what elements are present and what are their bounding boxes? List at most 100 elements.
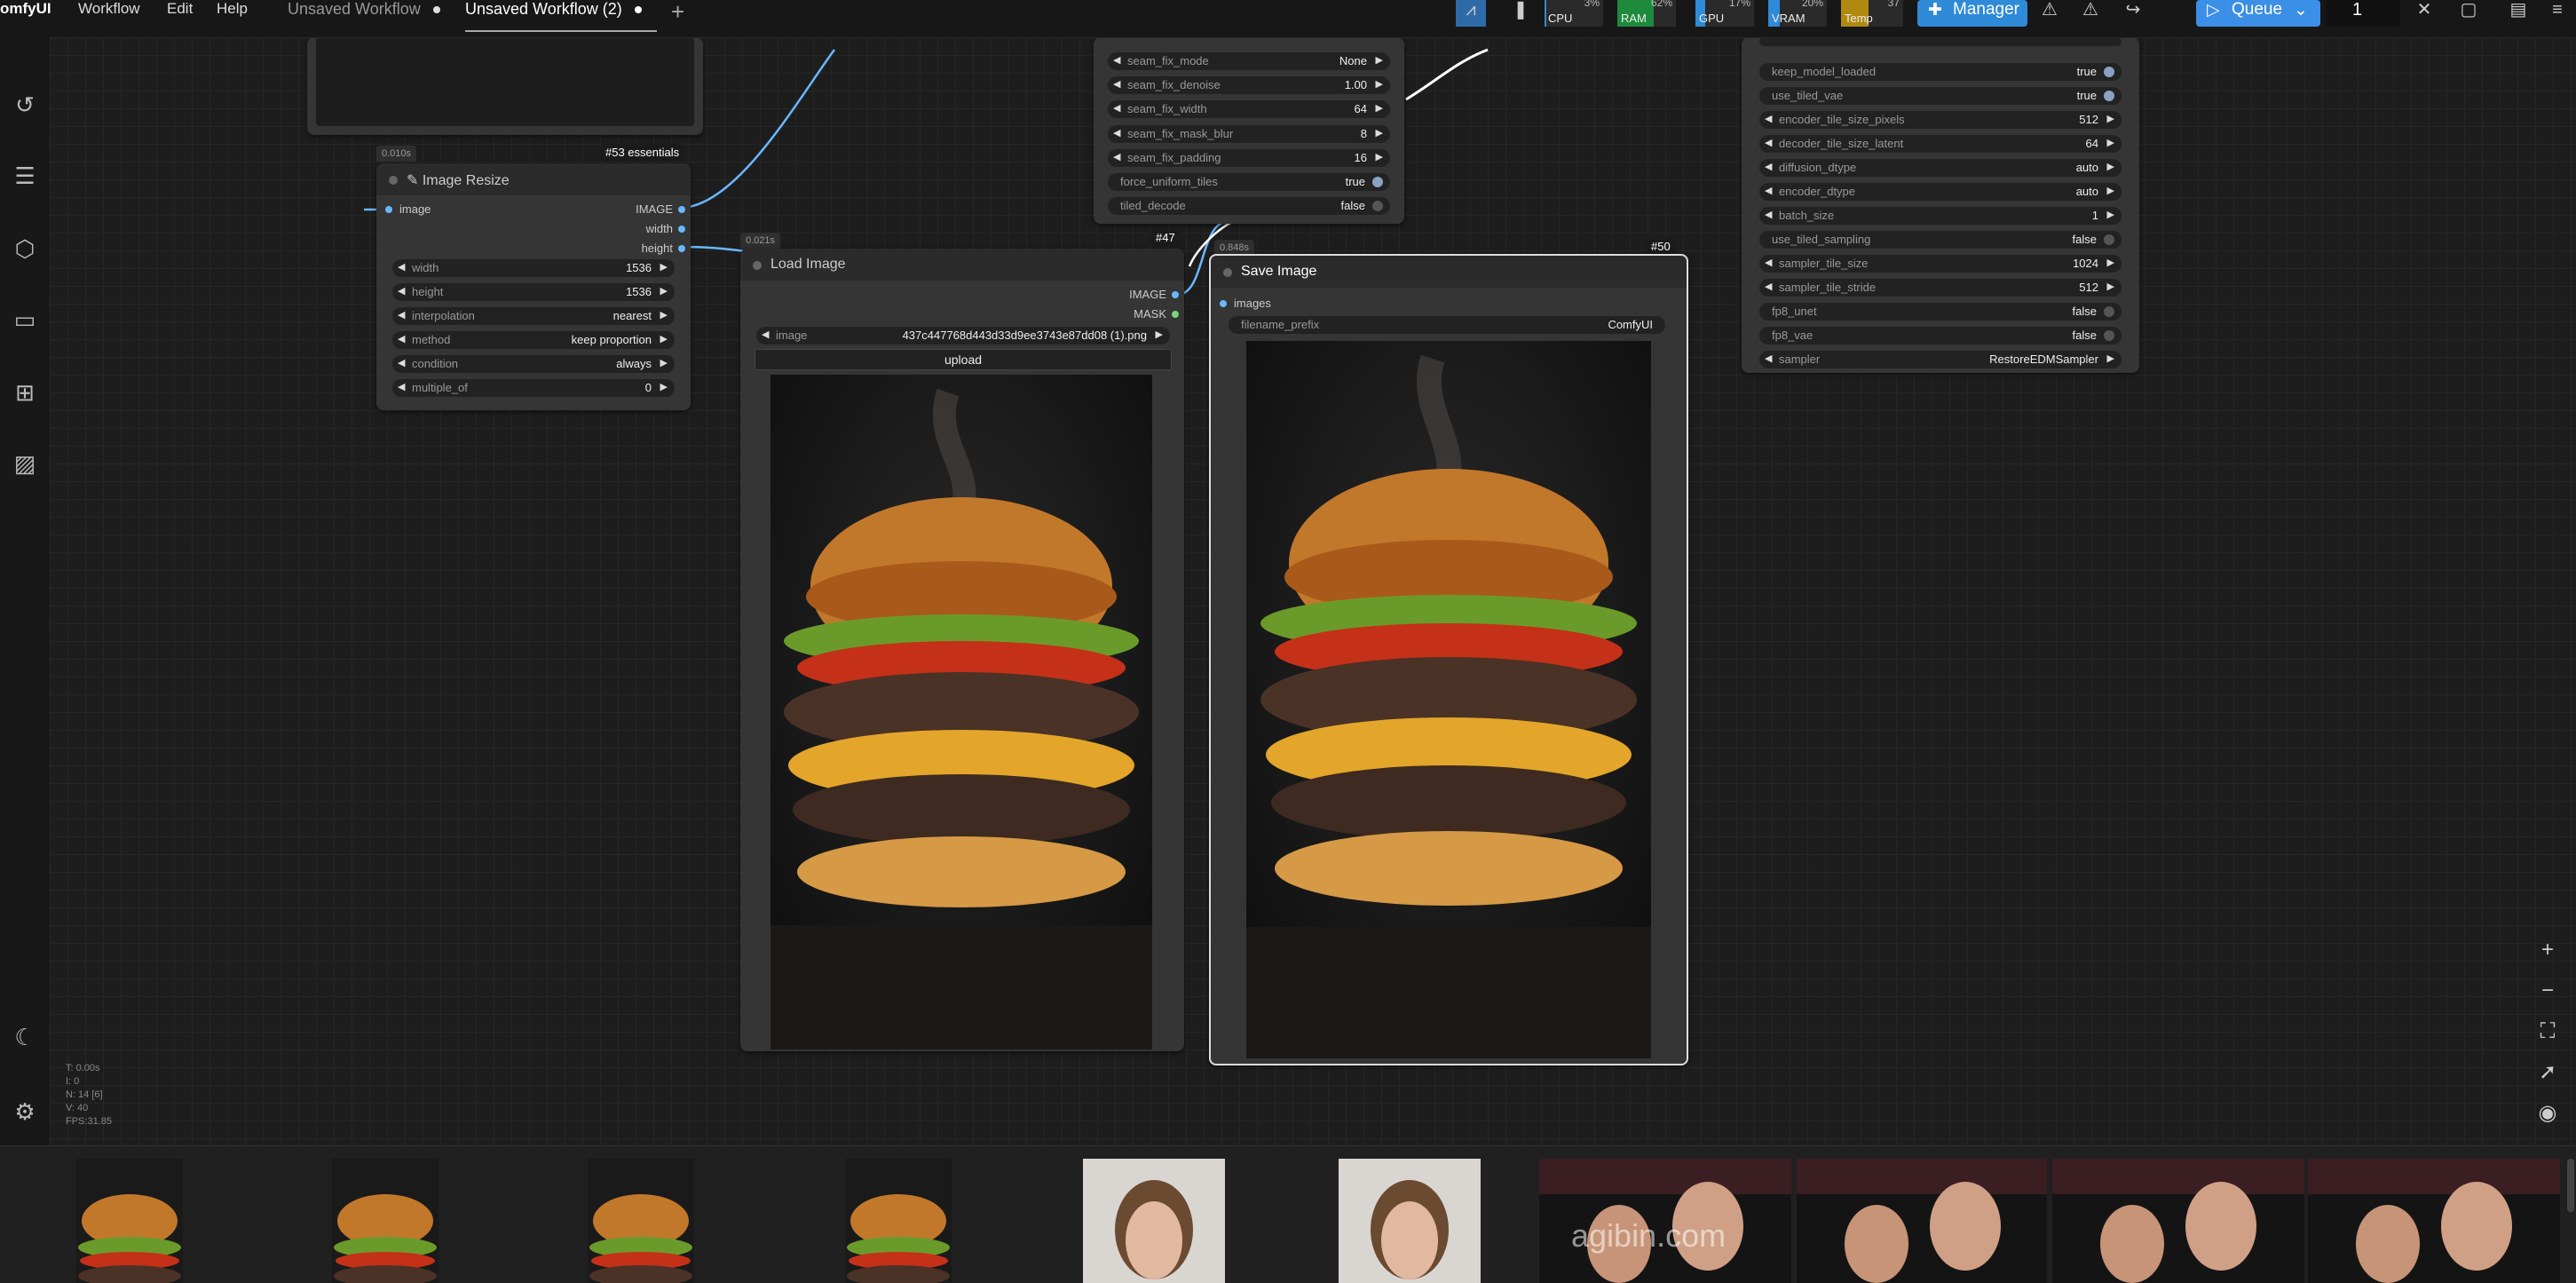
output-slot-width[interactable]: width (605, 222, 685, 235)
gallery-thumb-burger[interactable] (76, 1159, 183, 1283)
queue-button[interactable]: ▷ Queue ⌄ (2196, 0, 2320, 27)
widget-sampler-tile-size[interactable]: ◀ sampler_tile_size 1024 ▶ (1759, 255, 2122, 273)
image-gallery-icon[interactable]: ▨ (0, 446, 50, 481)
widget-keep-model-loaded[interactable]: keep_model_loaded true (1759, 63, 2122, 81)
increment-arrow-icon[interactable]: ▶ (2107, 185, 2114, 196)
model-library-icon[interactable]: ⬡ (0, 231, 50, 266)
decrement-arrow-icon[interactable]: ◀ (1113, 102, 1120, 114)
widget-encoder-dtype[interactable]: ◀ encoder_dtype auto ▶ (1759, 183, 2122, 201)
select-arrow-icon[interactable]: ➚ (2533, 1058, 2562, 1087)
gallery-thumb-portrait[interactable] (1083, 1159, 1225, 1283)
widget-condition[interactable]: ◀ condition always ▶ (392, 355, 675, 373)
supir-node-partial[interactable]: keep_model_loaded true use_tiled_vae true ◀ e… (1742, 37, 2139, 373)
widget-interpolation[interactable]: ◀ interpolation nearest ▶ (392, 307, 675, 325)
increment-arrow-icon[interactable]: ▶ (1376, 127, 1383, 139)
preview-node-partial[interactable] (307, 37, 703, 135)
share-icon[interactable]: ↪ (2118, 0, 2148, 27)
widget-decoder-tile-size-latent[interactable]: ◀ decoder_tile_size_latent 64 ▶ (1759, 135, 2122, 153)
widget-method[interactable]: ◀ method keep proportion ▶ (392, 331, 675, 349)
collapse-dot[interactable] (389, 176, 398, 185)
panel-icon[interactable]: ▤ (2503, 0, 2533, 27)
decrement-arrow-icon[interactable]: ◀ (1765, 137, 1772, 148)
close-icon[interactable]: ✕ (2409, 0, 2439, 27)
output-slot-image[interactable]: IMAGE (605, 202, 685, 216)
gallery-thumb-portrait[interactable] (1339, 1159, 1481, 1283)
toggle-knob-icon[interactable] (1372, 177, 1383, 187)
ultimate-upscale-node-partial[interactable]: ◀ seam_fix_mode None ▶ ◀ seam_fix_denoise 1.00… (1094, 37, 1404, 224)
filename-prefix-input[interactable]: filename_prefix ComfyUI (1229, 316, 1665, 334)
node-title-bar[interactable]: Save Image (1211, 256, 1687, 288)
gallery-thumb-couple[interactable] (1797, 1159, 2047, 1283)
widget-seam-fix-mode[interactable]: ◀ seam_fix_mode None ▶ (1108, 52, 1390, 70)
bookmark-icon[interactable]: ❚ (1505, 0, 1536, 27)
widget-sampler-tile-stride[interactable]: ◀ sampler_tile_stride 512 ▶ (1759, 279, 2122, 297)
increment-arrow-icon[interactable]: ▶ (2107, 161, 2114, 172)
image-file-select[interactable]: ◀ image 437c447768d443d33d9ee3743e87dd08 (… (756, 327, 1170, 345)
increment-arrow-icon[interactable]: ▶ (2107, 137, 2114, 148)
image-resize-node[interactable]: ✎ Image Resize image IMAGE width height … (376, 163, 691, 410)
collapse-dot[interactable] (1223, 268, 1232, 277)
output-slot-image[interactable]: IMAGE (1099, 288, 1179, 301)
decrement-arrow-icon[interactable]: ◀ (1113, 78, 1120, 90)
manager-button[interactable]: ✚ Manager (1917, 0, 2027, 27)
gallery-thumb-burger[interactable] (588, 1159, 694, 1283)
tab-unsaved-workflow-2[interactable]: Unsaved Workflow (2) (465, 0, 657, 32)
gallery-thumb-couple[interactable] (2052, 1159, 2304, 1283)
widget-batch-size[interactable]: ◀ batch_size 1 ▶ (1759, 207, 2122, 225)
node-title-bar[interactable]: Load Image (740, 249, 1184, 281)
zoom-out-icon[interactable]: − (2533, 977, 2562, 1005)
load-image-node[interactable]: Load Image IMAGE MASK ◀ image 437c447768d4… (740, 249, 1184, 1051)
decrement-arrow-icon[interactable]: ◀ (1765, 113, 1772, 124)
output-slot-mask[interactable]: MASK (1099, 307, 1179, 321)
widget-sampler[interactable]: ◀ sampler RestoreEDMSampler ▶ (1759, 351, 2122, 368)
decrement-arrow-icon[interactable]: ◀ (1113, 127, 1120, 139)
decrement-arrow-icon[interactable]: ◀ (1765, 209, 1772, 220)
gallery-scrollbar[interactable] (2567, 1159, 2574, 1212)
decrement-arrow-icon[interactable]: ◀ (1765, 281, 1772, 292)
model-icon-a[interactable]: ⚠ (2035, 0, 2065, 27)
toggle-knob-icon[interactable] (2104, 330, 2114, 341)
zoom-in-icon[interactable]: + (2533, 936, 2562, 964)
widget-seam-fix-denoise[interactable]: ◀ seam_fix_denoise 1.00 ▶ (1108, 76, 1390, 95)
toggle-knob-icon[interactable] (2104, 306, 2114, 317)
decrement-arrow-icon[interactable]: ◀ (1113, 151, 1120, 162)
chevron-down-icon[interactable]: ⌄ (2294, 0, 2308, 20)
increment-arrow-icon[interactable]: ▶ (1376, 151, 1383, 162)
menu-icon[interactable]: ≡ (2542, 0, 2572, 27)
menu-edit[interactable]: Edit (167, 0, 193, 18)
increment-arrow-icon[interactable]: ▶ (2107, 352, 2114, 364)
toggle-knob-icon[interactable] (2104, 234, 2114, 245)
widget-height[interactable]: ◀ height 1536 ▶ (392, 283, 675, 301)
increment-arrow-icon[interactable]: ▶ (2107, 281, 2114, 292)
increment-arrow-icon[interactable]: ▶ (1376, 78, 1383, 90)
model-icon-b[interactable]: ⚠ (2075, 0, 2106, 27)
increment-arrow-icon[interactable]: ▶ (2107, 113, 2114, 124)
widget-use-tiled-sampling[interactable]: use_tiled_sampling false (1759, 231, 2122, 249)
gallery-thumb-couple[interactable] (2308, 1159, 2560, 1283)
save-image-node[interactable]: Save Image images filename_prefix ComfyUI (1209, 254, 1688, 1065)
fit-view-icon[interactable]: ⛶ (2533, 1018, 2562, 1046)
node-library-icon[interactable]: ⊞ (0, 375, 50, 410)
upload-button[interactable]: upload (755, 349, 1172, 370)
theme-moon-icon[interactable]: ☾ (0, 1019, 50, 1055)
decrement-arrow-icon[interactable]: ◀ (1113, 54, 1120, 66)
menu-help[interactable]: Help (217, 0, 248, 18)
widget-encoder-tile-size-pixels[interactable]: ◀ encoder_tile_size_pixels 512 ▶ (1759, 111, 2122, 129)
queue-list-icon[interactable]: ☰ (0, 158, 50, 194)
increment-arrow-icon[interactable]: ▶ (1376, 54, 1383, 66)
toggle-knob-icon[interactable] (2104, 67, 2114, 77)
gallery-thumb-burger[interactable] (845, 1159, 952, 1283)
history-icon[interactable]: ↺ (0, 87, 50, 123)
node-title-bar[interactable]: ✎ Image Resize (376, 163, 691, 195)
decrement-arrow-icon[interactable]: ◀ (1765, 257, 1772, 268)
increment-arrow-icon[interactable]: ▶ (2107, 209, 2114, 220)
increment-arrow-icon[interactable]: ▶ (2107, 257, 2114, 268)
widget-width[interactable]: ◀ width 1536 ▶ (392, 259, 675, 277)
output-slot-height[interactable]: height (605, 242, 685, 255)
widget-fp8-vae[interactable]: fp8_vae false (1759, 327, 2122, 345)
widget-use-tiled-vae[interactable]: use_tiled_vae true (1759, 87, 2122, 105)
widget-diffusion-dtype[interactable]: ◀ diffusion_dtype auto ▶ (1759, 159, 2122, 177)
widget-multiple-of[interactable]: ◀ multiple_of 0 ▶ (392, 379, 675, 397)
increment-arrow-icon[interactable]: ▶ (1376, 102, 1383, 114)
gallery-thumb-burger[interactable] (332, 1159, 439, 1283)
